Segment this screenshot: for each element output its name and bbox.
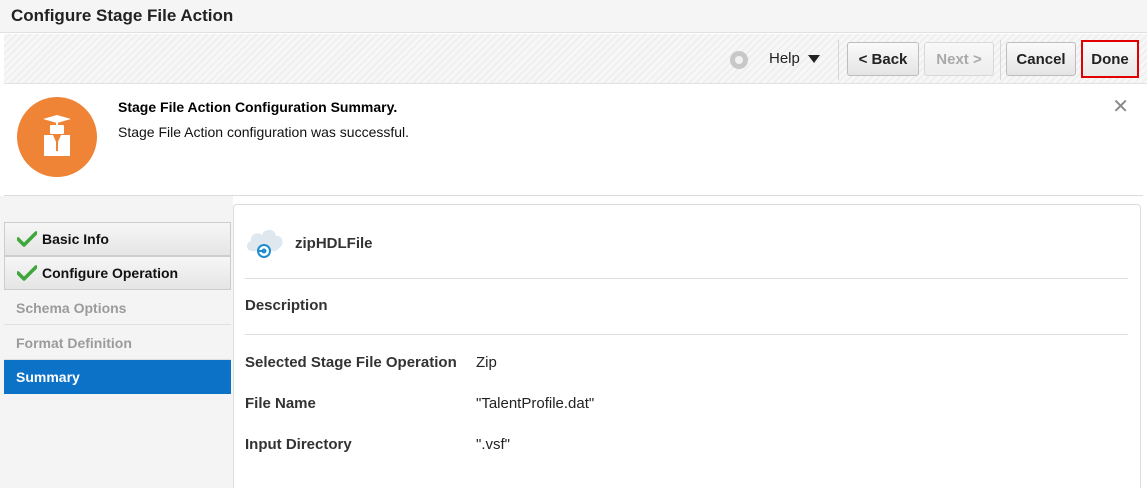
help-label: Help [769, 50, 800, 67]
nav-item-label: Basic Info [42, 231, 109, 247]
nav-item-summary[interactable]: Summary [4, 360, 231, 394]
title-bar: Configure Stage File Action [0, 0, 1147, 33]
nav-item-label: Summary [16, 369, 80, 385]
toolbar: Help < Back Next > Cancel Done [4, 34, 1147, 84]
operation-value: Zip [476, 354, 497, 371]
help-menu-button[interactable]: Help [769, 50, 820, 67]
back-button[interactable]: < Back [847, 42, 919, 76]
done-button[interactable]: Done [1081, 40, 1139, 78]
nav-item-schema-options[interactable]: Schema Options [4, 291, 231, 325]
close-icon[interactable]: ✕ [1112, 97, 1129, 117]
cloud-connection-icon [246, 229, 283, 258]
nav-item-basic-info[interactable]: Basic Info [4, 222, 231, 256]
divider [245, 278, 1128, 279]
checkmark-icon [17, 265, 37, 281]
nav-item-label: Schema Options [16, 299, 127, 316]
cancel-button[interactable]: Cancel [1006, 42, 1076, 76]
description-heading: Description [245, 297, 328, 314]
banner-message: Stage File Action configuration was succ… [118, 124, 410, 140]
banner-title: Stage File Action Configuration Summary. [118, 99, 398, 115]
input-directory-value: ".vsf" [476, 436, 510, 453]
graduate-icon [17, 97, 97, 177]
operation-label: Selected Stage File Operation [245, 354, 457, 371]
divider [245, 334, 1128, 335]
checkmark-icon [17, 231, 37, 247]
caret-down-icon [807, 55, 820, 64]
toolbar-divider [838, 40, 839, 80]
connection-name: zipHDLFile [295, 235, 373, 252]
help-circle-icon[interactable] [730, 51, 748, 69]
nav-item-label: Configure Operation [42, 265, 179, 281]
next-button[interactable]: Next > [924, 42, 994, 76]
summary-panel: zipHDLFile Description Selected Stage Fi… [233, 204, 1141, 488]
nav-item-configure-operation[interactable]: Configure Operation [4, 256, 231, 290]
nav-item-format-definition[interactable]: Format Definition [4, 326, 231, 360]
toolbar-divider [1000, 40, 1001, 80]
page-title: Configure Stage File Action [11, 6, 234, 25]
input-directory-label: Input Directory [245, 436, 352, 453]
file-name-label: File Name [245, 395, 316, 412]
train-navigation: Basic Info Configure Operation Schema Op… [0, 196, 233, 488]
confirmation-banner: Stage File Action Configuration Summary.… [4, 85, 1143, 196]
file-name-value: "TalentProfile.dat" [476, 395, 595, 412]
nav-item-label: Format Definition [16, 334, 132, 351]
